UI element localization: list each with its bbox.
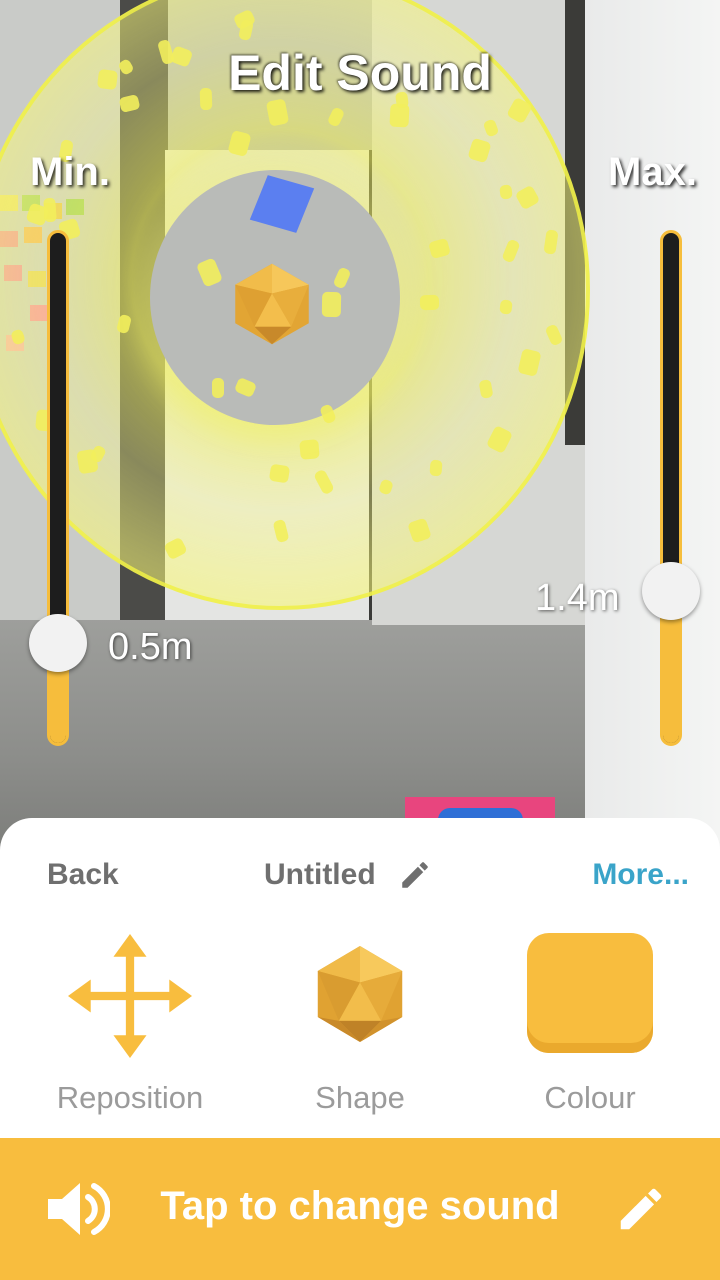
colour-swatch — [527, 933, 653, 1053]
more-button[interactable]: More... — [592, 858, 689, 892]
sound-particle — [268, 463, 291, 484]
min-slider-value: 0.5m — [108, 626, 193, 668]
reposition-label: Reposition — [56, 1080, 204, 1115]
back-button[interactable]: Back — [47, 858, 119, 892]
shape-tool[interactable]: Shape — [240, 930, 480, 1130]
sound-particle — [43, 197, 57, 223]
min-slider-thumb[interactable] — [29, 614, 87, 672]
icosahedron-sound-object[interactable] — [228, 262, 316, 346]
sound-particle — [429, 459, 443, 477]
pencil-icon[interactable] — [398, 858, 432, 892]
sound-particle — [212, 378, 224, 398]
move-arrows-icon — [68, 934, 192, 1058]
edit-sound-panel: Back Untitled More... Reposition Shape C… — [0, 818, 720, 1148]
sound-particle — [299, 439, 320, 460]
sound-particle — [419, 294, 440, 311]
shape-label: Shape — [315, 1080, 405, 1115]
panel-header: Back Untitled More... — [0, 858, 720, 902]
sound-name: Untitled — [264, 858, 376, 891]
sound-particle — [499, 184, 513, 200]
colour-label: Colour — [544, 1080, 636, 1115]
max-slider-label: Max. — [608, 150, 697, 194]
icosahedron-icon — [317, 946, 403, 1042]
min-slider-label: Min. — [30, 150, 110, 194]
change-sound-bar[interactable]: Tap to change sound — [0, 1138, 720, 1280]
sound-particle — [321, 291, 342, 318]
max-distance-slider[interactable] — [660, 230, 682, 746]
colour-tool[interactable]: Colour — [470, 930, 710, 1130]
reposition-tool[interactable]: Reposition — [10, 930, 250, 1130]
change-sound-label: Tap to change sound — [160, 1184, 560, 1228]
max-slider-value: 1.4m — [535, 577, 620, 619]
screen-title: Edit Sound — [228, 45, 492, 101]
right-wall — [585, 0, 720, 860]
max-slider-thumb[interactable] — [642, 562, 700, 620]
sound-name-editor[interactable]: Untitled — [264, 858, 432, 892]
pencil-icon[interactable] — [614, 1182, 668, 1236]
ar-camera-view[interactable] — [0, 0, 720, 860]
sound-particle — [499, 299, 513, 315]
